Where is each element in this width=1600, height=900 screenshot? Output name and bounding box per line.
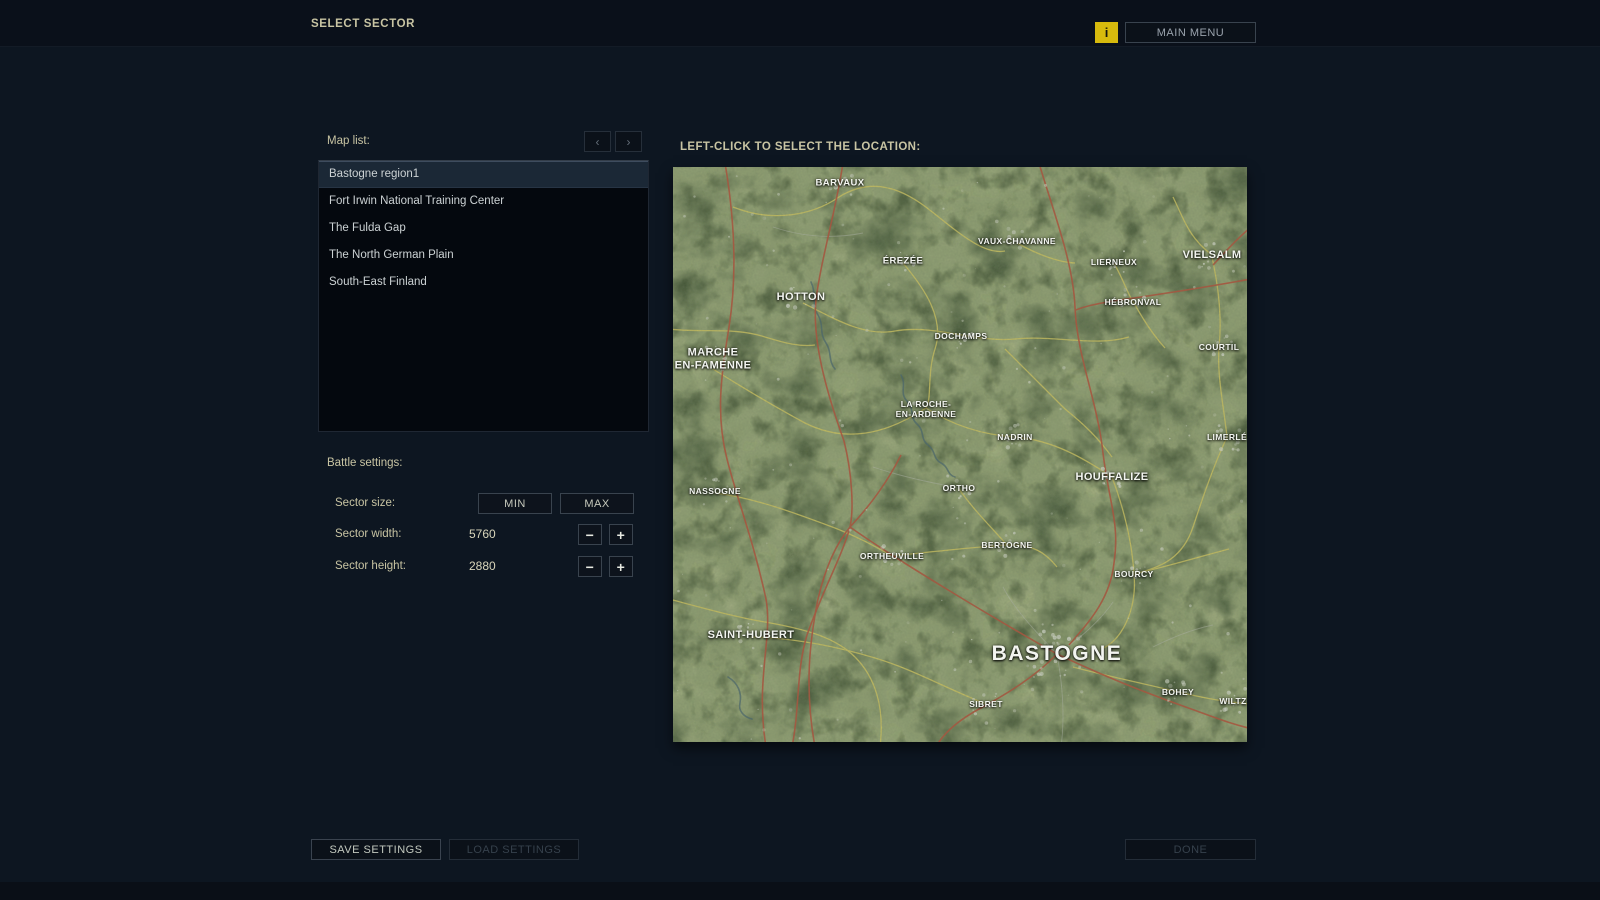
top-bar: SELECT SECTOR i MAIN MENU <box>0 0 1600 47</box>
sector-height-label: Sector height: <box>335 556 406 577</box>
sector-height-value: 2880 <box>469 556 496 577</box>
page-title: SELECT SECTOR <box>311 0 415 47</box>
map-list-item[interactable]: The North German Plain <box>319 242 648 269</box>
done-button[interactable]: DONE <box>1125 839 1256 860</box>
sector-width-increment-button[interactable]: + <box>609 524 633 545</box>
info-button[interactable]: i <box>1095 22 1118 43</box>
battle-settings-label: Battle settings: <box>327 457 402 469</box>
terrain-map-image <box>673 167 1247 742</box>
map-list-item[interactable]: Bastogne region1 <box>319 161 648 188</box>
chevron-right-icon: › <box>627 135 631 149</box>
save-settings-button[interactable]: SAVE SETTINGS <box>311 839 441 860</box>
map-list-item[interactable]: The Fulda Gap <box>319 215 648 242</box>
sector-size-max-button[interactable]: MAX <box>560 493 634 514</box>
sector-map[interactable]: BARVAUXÉREZÉEVAUX-CHAVANNELIERNEUXVIELSA… <box>673 167 1247 742</box>
info-icon: i <box>1105 25 1109 40</box>
map-list-item[interactable]: South-East Finland <box>319 269 648 296</box>
map-list-item[interactable]: Fort Irwin National Training Center <box>319 188 648 215</box>
map-list: Bastogne region1Fort Irwin National Trai… <box>318 160 649 432</box>
sector-height-decrement-button[interactable]: − <box>578 556 602 577</box>
sector-height-increment-button[interactable]: + <box>609 556 633 577</box>
bottom-bar <box>0 882 1600 900</box>
main-menu-button[interactable]: MAIN MENU <box>1125 22 1256 43</box>
map-list-next-button[interactable]: › <box>615 131 642 152</box>
sector-size-min-button[interactable]: MIN <box>478 493 552 514</box>
chevron-left-icon: ‹ <box>596 135 600 149</box>
sector-width-value: 5760 <box>469 524 496 545</box>
sector-width-decrement-button[interactable]: − <box>578 524 602 545</box>
map-list-prev-button[interactable]: ‹ <box>584 131 611 152</box>
sector-width-label: Sector width: <box>335 524 401 545</box>
load-settings-button[interactable]: LOAD SETTINGS <box>449 839 579 860</box>
map-list-label: Map list: <box>327 135 370 147</box>
select-sector-screen: SELECT SECTOR i MAIN MENU Map list: ‹ › … <box>0 0 1600 900</box>
sector-size-label: Sector size: <box>335 493 395 514</box>
map-instruction: LEFT-CLICK TO SELECT THE LOCATION: <box>680 141 921 153</box>
